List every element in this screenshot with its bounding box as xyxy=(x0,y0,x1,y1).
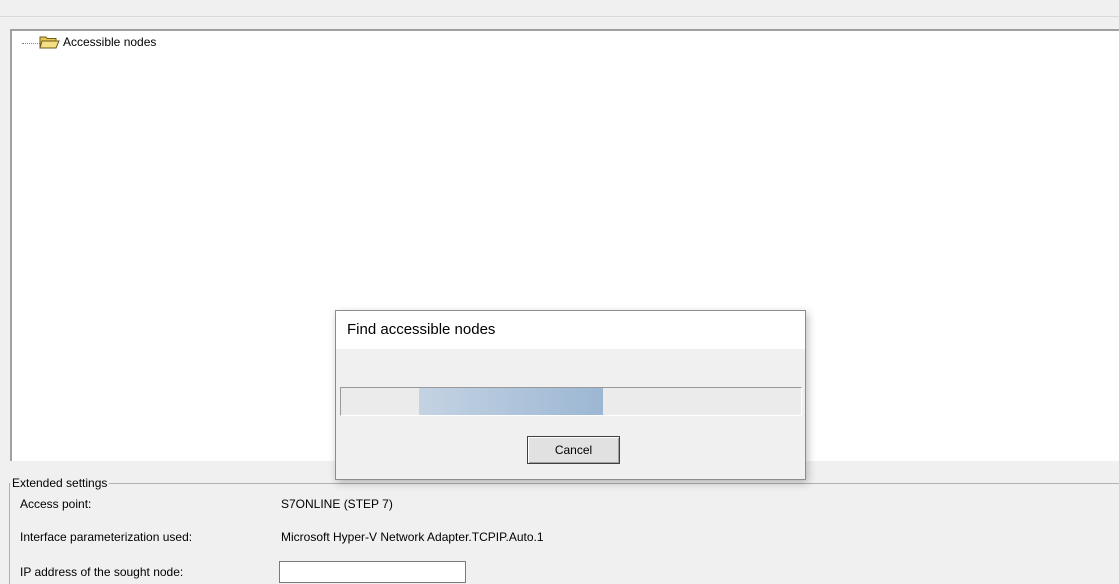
extended-settings-legend: Extended settings xyxy=(10,476,110,490)
interface-parameterization-label: Interface parameterization used: xyxy=(20,530,193,544)
ip-address-field[interactable] xyxy=(279,561,466,583)
access-point-label: Access point: xyxy=(20,497,92,511)
cancel-button[interactable]: Cancel xyxy=(527,436,620,464)
dialog-header: Find accessible nodes xyxy=(336,311,805,349)
dialog-title: Find accessible nodes xyxy=(347,321,496,338)
top-toolbar-strip xyxy=(0,0,1119,17)
tree-item-accessible-nodes[interactable]: Accessible nodes xyxy=(63,34,156,50)
progress-bar-fill xyxy=(419,388,603,415)
search-progress-bar xyxy=(340,387,802,416)
interface-parameterization-value: Microsoft Hyper-V Network Adapter.TCPIP.… xyxy=(281,530,544,544)
folder-open-icon xyxy=(39,36,60,49)
ip-address-label: IP address of the sought node: xyxy=(20,565,184,579)
access-point-value: S7ONLINE (STEP 7) xyxy=(281,497,393,511)
find-nodes-dialog: Find accessible nodes Cancel xyxy=(335,310,806,480)
